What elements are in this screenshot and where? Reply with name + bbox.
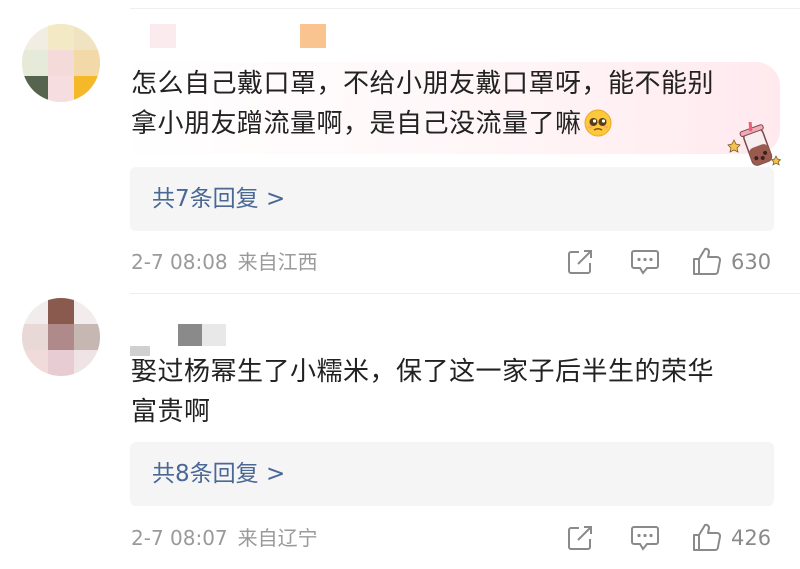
comment-feed: { "comments": [ { "text_line1": "怎么自己戴口罩…: [0, 0, 800, 569]
comment-meta: 2-7 08:07 来自辽宁: [131, 523, 318, 553]
replies-box[interactable]: 共7条回复 >: [130, 167, 774, 231]
top-divider: [130, 8, 800, 9]
comment-text-line: 娶过杨幂生了小糯米，保了这一家子后半生的荣华: [131, 357, 715, 387]
avatar[interactable]: [22, 24, 100, 102]
comment-divider: [130, 293, 800, 294]
comment-text: 怎么自己戴口罩，不给小朋友戴口罩呀，能不能别 拿小朋友蹭流量啊，是自己没流量了嘛: [131, 64, 761, 144]
like-count: 426: [731, 526, 772, 550]
thumbs-up-icon[interactable]: [692, 246, 722, 276]
bubble-tea-sticker: [727, 122, 782, 166]
like-count: 630: [731, 250, 772, 274]
comment-date: 2-7 08:08: [131, 250, 228, 274]
comment-text-line: 富贵啊: [131, 397, 211, 427]
comment-icon[interactable]: [630, 524, 660, 552]
pleading-face-emoji: [584, 109, 612, 137]
replies-box[interactable]: 共8条回复 >: [130, 442, 774, 506]
comment-location: 来自江西: [237, 250, 318, 274]
avatar[interactable]: [22, 298, 100, 376]
thumbs-up-icon[interactable]: [692, 522, 722, 552]
view-replies-link[interactable]: 共8条回复 >: [152, 442, 285, 506]
view-replies-link[interactable]: 共7条回复 >: [152, 167, 285, 231]
comment-meta: 2-7 08:08 来自江西: [131, 247, 318, 277]
comment-text: 娶过杨幂生了小糯米，保了这一家子后半生的荣华 富贵啊: [131, 352, 761, 432]
comment-text-line: 怎么自己戴口罩，不给小朋友戴口罩呀，能不能别: [131, 69, 715, 99]
comment-location: 来自辽宁: [237, 526, 318, 550]
share-icon[interactable]: [566, 524, 594, 552]
comment-date: 2-7 08:07: [131, 526, 228, 550]
comment-icon[interactable]: [630, 248, 660, 276]
share-icon[interactable]: [566, 248, 594, 276]
comment-text-line: 拿小朋友蹭流量啊，是自己没流量了嘛: [131, 109, 582, 139]
